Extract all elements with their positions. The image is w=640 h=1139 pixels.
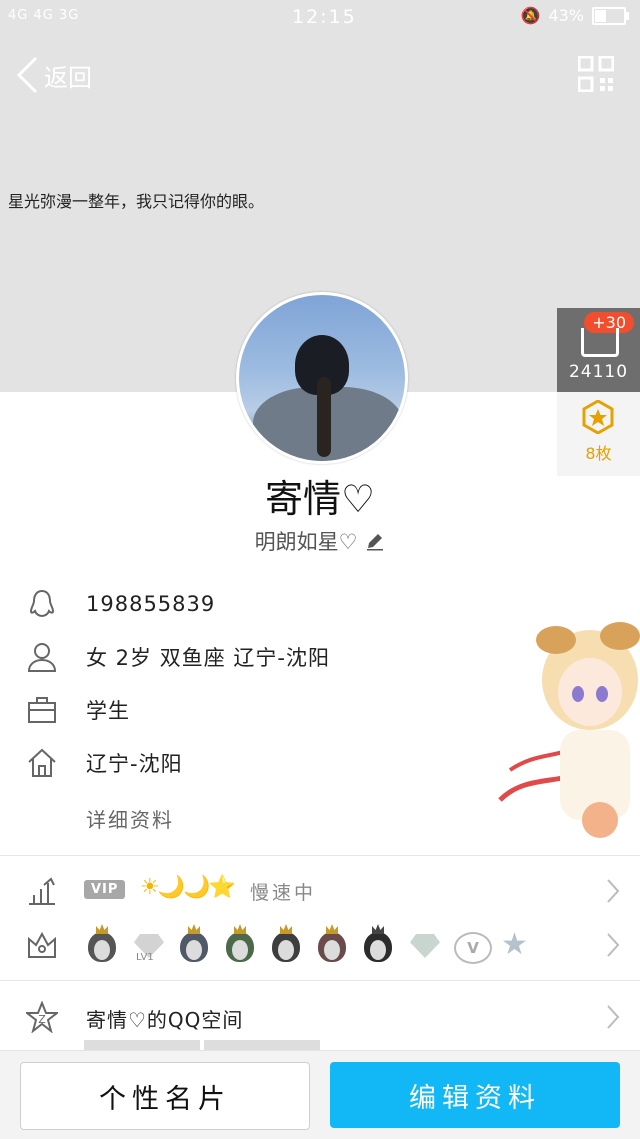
level-up-icon [29, 877, 55, 905]
hometown: 辽宁-沈阳 [86, 752, 183, 776]
back-label: 返回 [44, 63, 92, 92]
like-count: 24110 [568, 362, 629, 382]
penguin-badge-icon [84, 924, 122, 964]
vip-v-badge-icon: V [452, 924, 492, 964]
profile-card-button[interactable]: 个性名片 [20, 1062, 310, 1130]
battery-percent: 43% [548, 6, 584, 25]
chevron-left-icon [16, 56, 38, 94]
occupation: 学生 [86, 699, 130, 723]
qq-number: 198855839 [86, 592, 216, 616]
home-icon [28, 748, 56, 777]
badges-row[interactable]: LV1 V ★ [0, 914, 640, 976]
diamond-badge-icon: LV1 [130, 924, 168, 964]
avatar-figure-braid [317, 377, 331, 457]
details-link[interactable]: 详细资料 [86, 804, 174, 833]
remark-text: 明朗如星♡ [254, 530, 358, 554]
basic-info: 女 2岁 双鱼座 辽宁-沈阳 [86, 646, 330, 670]
diamond-badge-icon [406, 924, 444, 964]
back-button[interactable]: 返回 [16, 56, 92, 94]
qr-code-icon[interactable] [578, 56, 614, 92]
signature-text[interactable]: 星光弥漫一整年，我只记得你的眼。 [8, 188, 264, 212]
briefcase-icon [28, 697, 56, 723]
vip-status: 慢速中 [250, 882, 317, 904]
vip-level-icons: ☀🌙🌙⭐ [140, 875, 236, 900]
penguin-badge-icon [314, 924, 352, 964]
star-badge-icon: ★ [501, 927, 528, 962]
penguin-badge-icon [268, 924, 306, 964]
svg-text:Z: Z [38, 1013, 46, 1026]
battery-icon [592, 6, 629, 25]
mascot-illustration [498, 622, 640, 838]
vip-badge: VIP [84, 880, 126, 899]
like-icon [581, 328, 619, 357]
qzone-star-icon: Z [26, 1001, 58, 1033]
battery-fill [595, 9, 606, 22]
crown-icon [28, 931, 56, 958]
chevron-right-icon [607, 1005, 620, 1029]
bottom-action-bar: 个性名片 编辑资料 [0, 1050, 640, 1139]
penguin-icon [29, 589, 55, 618]
chevron-right-icon [607, 879, 620, 903]
qzone-row[interactable]: Z 寄情♡的QQ空间 [0, 986, 640, 1048]
nickname: 寄情♡ [264, 477, 376, 521]
medal-count: 8枚 [585, 444, 612, 463]
edit-pencil-icon[interactable] [365, 531, 385, 551]
vip-row[interactable]: VIP ☀🌙🌙⭐ 慢速中 [0, 860, 640, 922]
medal-icon [582, 400, 614, 434]
qzone-label: 寄情♡的QQ空间 [86, 1008, 244, 1032]
like-counter[interactable]: +30 24110 [557, 308, 640, 392]
side-badges: +30 24110 8枚 [557, 308, 640, 476]
clock: 12:15 [292, 6, 357, 28]
chevron-right-icon [607, 933, 620, 957]
nav-bar: 返回 [0, 48, 640, 102]
penguin-badge-icon [360, 924, 398, 964]
edit-profile-button[interactable]: 编辑资料 [330, 1062, 620, 1128]
divider [0, 855, 640, 856]
photo-strip-preview [84, 1040, 320, 1050]
badge-strip: LV1 V ★ [84, 924, 536, 964]
medal-wall[interactable]: 8枚 [557, 392, 640, 476]
avatar[interactable] [236, 292, 408, 464]
mute-icon: 🔕 [520, 6, 541, 25]
signal-indicator: 4G 4G 3G [8, 8, 80, 23]
penguin-badge-icon [222, 924, 260, 964]
person-icon [27, 643, 57, 672]
penguin-badge-icon [176, 924, 214, 964]
remark-row[interactable]: 明朗如星♡ [0, 526, 640, 556]
status-bar: 4G 4G 3G 12:15 🔕 43% [0, 0, 640, 34]
divider [0, 980, 640, 981]
status-right: 🔕 43% [520, 6, 629, 25]
